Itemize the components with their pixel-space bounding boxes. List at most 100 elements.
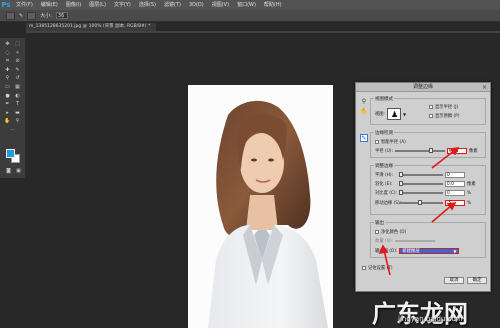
options-bar: ✎ 大小: 36 xyxy=(0,10,500,22)
cancel-button[interactable]: 取消 xyxy=(444,277,464,284)
contrast-input[interactable]: 0 xyxy=(445,190,465,196)
brush-tool-icon[interactable]: ✎ xyxy=(14,67,21,73)
blur-tool-icon[interactable]: ● xyxy=(4,93,11,99)
menu-item[interactable]: 帮助(H) xyxy=(260,0,286,10)
move-tool-icon[interactable]: ✥ xyxy=(4,41,11,47)
menu-item[interactable]: 窗口(W) xyxy=(233,0,260,10)
stamp-tool-icon[interactable]: ⚲ xyxy=(4,75,11,81)
smart-radius-label: 智能半径 (A) xyxy=(381,140,406,145)
smooth-slider-thumb[interactable] xyxy=(399,172,403,177)
shift-edge-unit: % xyxy=(467,200,472,206)
close-icon[interactable]: × xyxy=(481,84,488,91)
more-tools-icon[interactable]: ⋯ xyxy=(9,127,16,133)
show-radius-label: 显示半径 (J) xyxy=(435,105,459,110)
dodge-tool-icon[interactable]: ◐ xyxy=(14,93,21,99)
document-tab[interactable]: m_1385128635201.jpg @ 100% (背景 副本, RGB/8… xyxy=(26,23,156,31)
radius-label: 半径 (U): xyxy=(375,149,393,154)
menu-items: 文件(F) 编辑(E) 图像(I) 图层(L) 文字(Y) 选择(S) 滤镜(T) 3D(D)… xyxy=(12,0,286,10)
menu-item[interactable]: 文字(Y) xyxy=(110,0,135,10)
watermark-url: jingyan.baidu.com xyxy=(398,315,463,323)
gradient-tool-icon[interactable]: ▦ xyxy=(14,84,21,90)
smooth-input[interactable]: 0 xyxy=(445,172,465,178)
shape-tool-icon[interactable]: ▬ xyxy=(14,110,21,116)
output-to-select[interactable]: 新建图层 ▼ xyxy=(399,248,460,254)
zoom-icon[interactable]: ⚲ xyxy=(360,98,368,106)
decontaminate-checkbox[interactable] xyxy=(375,230,379,234)
brush-preset-picker[interactable] xyxy=(27,11,37,20)
path-select-tool-icon[interactable]: ▸ xyxy=(4,110,11,116)
show-original-label: 显示原稿 (P) xyxy=(435,114,460,119)
ok-button[interactable]: 确定 xyxy=(467,277,487,284)
eyedropper-tool-icon[interactable]: ⊘ xyxy=(14,58,21,64)
contrast-slider-thumb[interactable] xyxy=(399,190,403,195)
size-label: 大小: xyxy=(40,13,52,19)
crop-tool-icon[interactable]: ⌗ xyxy=(4,58,11,64)
document-tab-strip xyxy=(26,31,500,33)
screen-mode-icon[interactable]: ▣ xyxy=(15,168,22,174)
smooth-slider[interactable] xyxy=(399,172,443,177)
zoom-tool-icon[interactable]: ⚲ xyxy=(14,118,21,124)
contrast-slider[interactable] xyxy=(399,190,443,195)
output-to-value: 新建图层 xyxy=(402,249,420,254)
output-section: 输出 净化颜色 (D) 数量 (N): 输出到 (O): 新建图层 ▼ xyxy=(370,220,486,258)
view-label: 视图: xyxy=(375,112,386,117)
photoshop-logo: Ps xyxy=(1,1,11,9)
show-original-checkbox[interactable] xyxy=(429,114,433,118)
show-radius-checkbox[interactable] xyxy=(429,105,433,109)
view-preview-thumbnail[interactable]: ♟ xyxy=(387,108,402,120)
view-dropdown-arrow-icon[interactable]: ▼ xyxy=(403,112,406,117)
edge-detection-heading: 边缘检测 xyxy=(374,130,394,136)
smart-radius-checkbox[interactable] xyxy=(375,140,379,144)
lasso-tool-icon[interactable]: ◌ xyxy=(4,50,11,56)
feather-slider[interactable] xyxy=(399,181,443,186)
contrast-unit: % xyxy=(467,190,472,196)
hand-icon[interactable]: ✋ xyxy=(360,108,368,116)
adjust-edge-heading: 调整边缘 xyxy=(374,163,394,169)
adjust-edge-section: 调整边缘 平滑 (H): 0 羽化 (E): 0.0 像素 对比度 (C): 0… xyxy=(370,163,486,215)
brush-icon[interactable]: ✎ xyxy=(19,13,23,19)
shift-edge-slider-thumb[interactable] xyxy=(417,200,422,205)
feather-input[interactable]: 0.0 xyxy=(445,181,465,187)
remember-settings-checkbox[interactable] xyxy=(362,266,366,270)
shift-edge-slider[interactable] xyxy=(399,200,443,205)
tool-preset-icon[interactable] xyxy=(6,11,15,20)
figure-icon: ♟ xyxy=(391,110,399,119)
chevron-down-icon: ▼ xyxy=(453,249,457,254)
history-brush-icon[interactable]: ↺ xyxy=(14,75,21,81)
foreground-color-swatch[interactable] xyxy=(6,149,15,158)
menu-item[interactable]: 编辑(E) xyxy=(37,0,62,10)
eraser-tool-icon[interactable]: ▭ xyxy=(4,84,11,90)
type-tool-icon[interactable]: T xyxy=(14,101,21,107)
menu-item[interactable]: 文件(F) xyxy=(12,0,37,10)
feather-label: 羽化 (E): xyxy=(375,182,393,187)
pen-tool-icon[interactable]: ✒ xyxy=(4,101,11,107)
view-mode-heading: 视图模式 xyxy=(374,96,394,102)
hand-tool-icon[interactable]: ✋ xyxy=(4,118,11,124)
output-heading: 输出 xyxy=(374,220,385,226)
menu-item[interactable]: 3D(D) xyxy=(185,0,208,10)
radius-slider-thumb[interactable] xyxy=(429,148,434,153)
shift-edge-label: 移动边缘 (S): xyxy=(375,201,402,206)
refine-radius-brush-icon[interactable]: ✎ xyxy=(360,134,368,142)
feather-unit: 像素 xyxy=(467,182,476,187)
menu-item[interactable]: 视图(V) xyxy=(208,0,233,10)
canvas-image[interactable] xyxy=(188,85,333,328)
radius-unit: 像素 xyxy=(468,149,478,154)
healing-tool-icon[interactable]: ✚ xyxy=(4,67,11,73)
menu-item[interactable]: 滤镜(T) xyxy=(160,0,185,10)
marquee-tool-icon[interactable]: ⬚ xyxy=(14,41,21,47)
radius-input[interactable]: 96.5 xyxy=(446,148,467,154)
size-input[interactable]: 36 xyxy=(55,12,68,19)
menu-item[interactable]: 选择(S) xyxy=(135,0,160,10)
radius-slider[interactable] xyxy=(394,148,445,153)
smooth-label: 平滑 (H): xyxy=(375,173,393,178)
menu-item[interactable]: 图层(L) xyxy=(85,0,110,10)
tools-panel: ✥ ⬚ ◌ ✧ ⌗ ⊘ ✚ ✎ ⚲ ↺ ▭ ▦ ● ◐ ✒ T ▸ ▬ ✋ ⚲ ⋯ ◙ ▣ xyxy=(0,38,26,178)
menu-item[interactable]: 图像(I) xyxy=(62,0,85,10)
feather-slider-thumb[interactable] xyxy=(399,181,403,186)
quick-select-tool-icon[interactable]: ✧ xyxy=(14,50,21,56)
quick-mask-icon[interactable]: ◙ xyxy=(5,168,12,174)
view-mode-section: 视图模式 视图: ♟ ▼ 显示半径 (J) 显示原稿 (P) xyxy=(370,96,486,125)
shift-edge-input[interactable]: -5 xyxy=(445,200,465,206)
amount-slider xyxy=(394,240,435,242)
